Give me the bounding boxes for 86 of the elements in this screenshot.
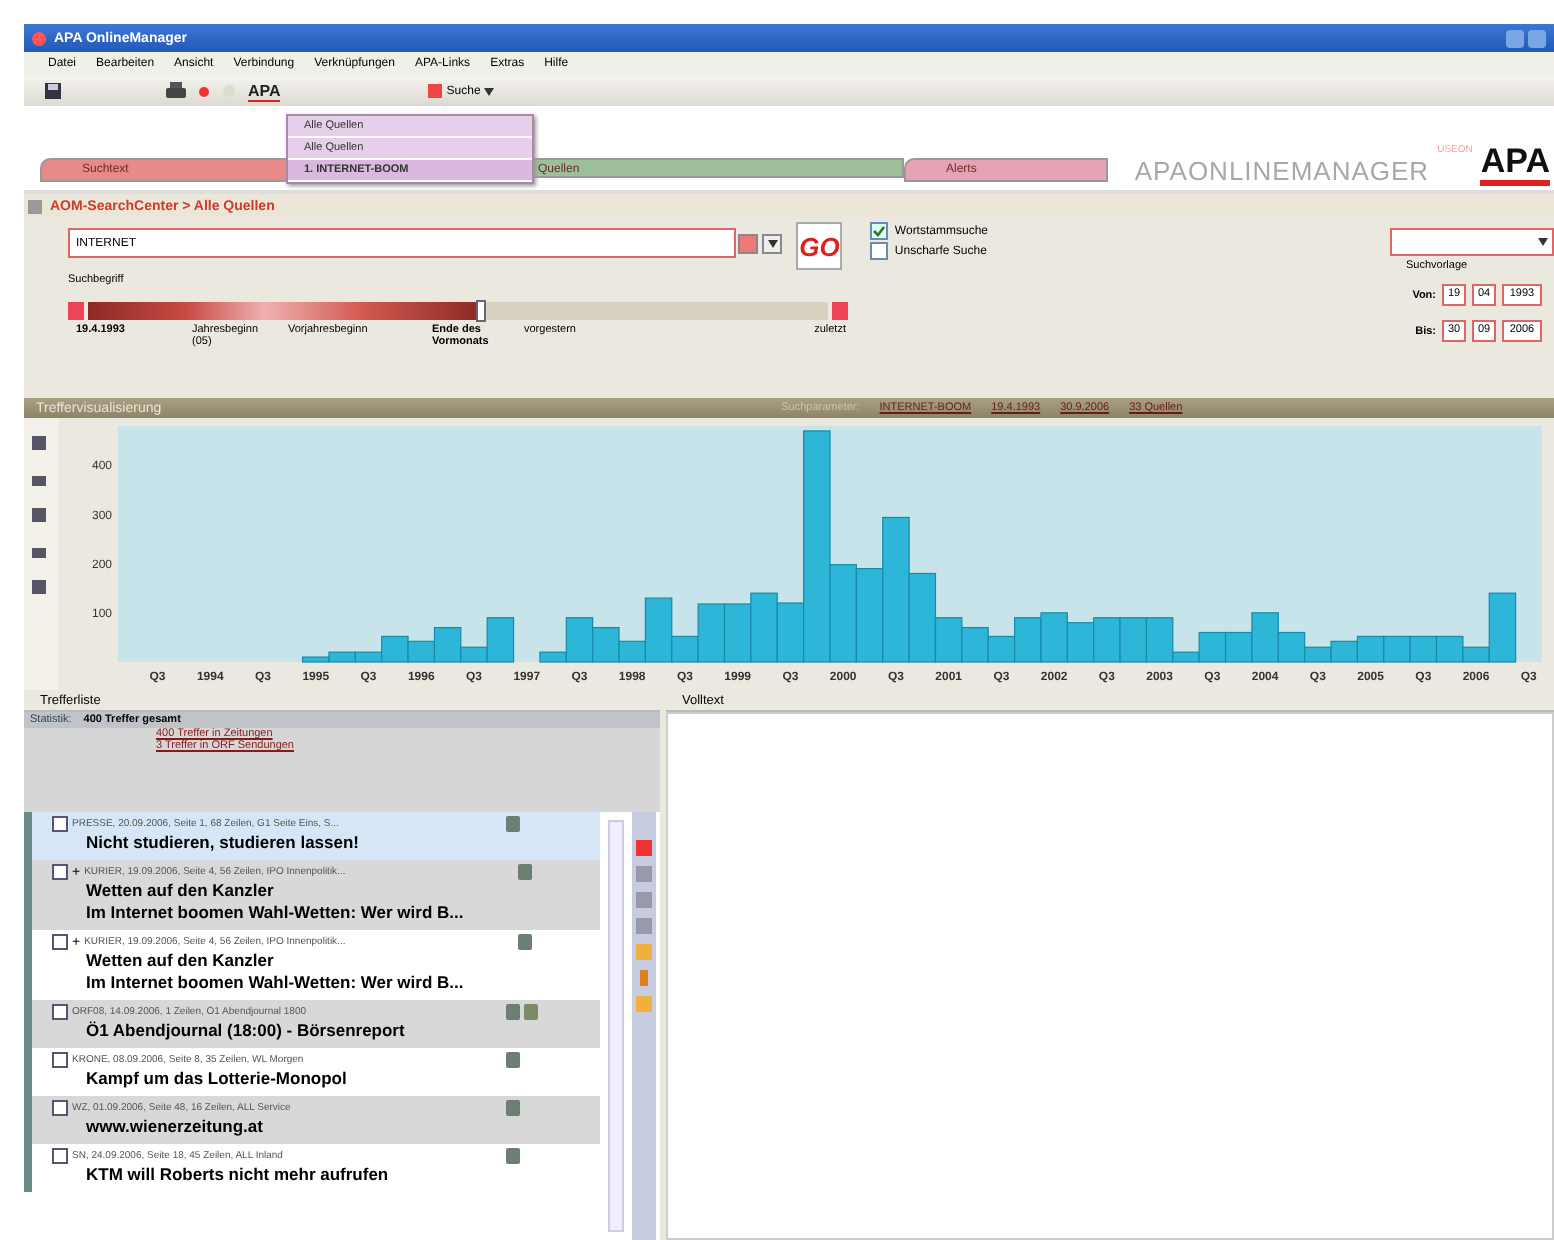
- caret-icon: [484, 87, 495, 95]
- range-end-button[interactable]: [832, 302, 848, 320]
- result-headline: Ö1 Abendjournal (18:00) - Börsenreport: [84, 1020, 407, 1042]
- bar[interactable]: [671, 635, 699, 663]
- dropdown-button[interactable]: [762, 233, 783, 253]
- bar[interactable]: [592, 627, 620, 663]
- bar[interactable]: [1330, 640, 1358, 663]
- bar[interactable]: [855, 568, 884, 663]
- bar[interactable]: [829, 564, 857, 663]
- bar[interactable]: [934, 617, 963, 663]
- bar[interactable]: [1198, 631, 1227, 663]
- bar[interactable]: [1356, 635, 1385, 663]
- bar[interactable]: [987, 635, 1016, 663]
- bar[interactable]: [1172, 651, 1200, 663]
- result-headline: Wetten auf den Kanzler: [84, 950, 276, 972]
- checkbox[interactable]: [52, 816, 68, 832]
- result-headline: www.wienerzeitung.at: [84, 1116, 265, 1138]
- bar[interactable]: [407, 640, 436, 663]
- bar[interactable]: [433, 627, 462, 663]
- bar[interactable]: [803, 430, 831, 663]
- result-headline: Kampf um das Lotterie-Monopol: [84, 1068, 349, 1090]
- record-icon[interactable]: [198, 85, 210, 97]
- bar[interactable]: [460, 646, 488, 663]
- go-button[interactable]: GO: [796, 222, 843, 270]
- bar[interactable]: [961, 627, 989, 663]
- document-icon[interactable]: [518, 934, 533, 950]
- bar[interactable]: [1119, 617, 1148, 663]
- bar[interactable]: [486, 617, 515, 663]
- bar[interactable]: [1383, 635, 1411, 663]
- checkbox[interactable]: [870, 222, 889, 240]
- result-headline: KTM will Roberts nicht mehr aufrufen: [84, 1164, 391, 1186]
- result-headline: Nicht studieren, studieren lassen!: [84, 832, 362, 854]
- save-icon[interactable]: [44, 82, 62, 100]
- minimize-button[interactable]: [1506, 29, 1524, 47]
- document-icon[interactable]: [518, 864, 533, 880]
- result-headline: Wetten auf den Kanzler: [84, 880, 276, 902]
- bar[interactable]: [381, 635, 409, 663]
- bar[interactable]: [302, 656, 330, 663]
- result-headline: Im Internet boomen Wahl-Wetten: Wer wird B...: [84, 902, 466, 924]
- scrollbar[interactable]: [608, 820, 624, 1232]
- bar[interactable]: [882, 516, 910, 663]
- caret-icon: [1538, 238, 1548, 246]
- bar[interactable]: [1488, 592, 1517, 663]
- printer-icon[interactable]: [166, 82, 186, 100]
- slider-thumb[interactable]: [476, 300, 487, 322]
- bar[interactable]: [1277, 631, 1306, 663]
- caret-icon: [767, 239, 778, 247]
- bar[interactable]: [618, 640, 646, 663]
- bar[interactable]: [1040, 612, 1068, 663]
- bar[interactable]: [723, 603, 752, 663]
- result-headline: Im Internet boomen Wahl-Wetten: Wer wird B...: [84, 972, 466, 994]
- bar[interactable]: [1435, 635, 1464, 663]
- close-button[interactable]: [1528, 29, 1546, 47]
- date-range-slider[interactable]: [88, 302, 828, 320]
- checkbox[interactable]: [52, 934, 68, 950]
- bar[interactable]: [750, 592, 778, 663]
- bar[interactable]: [908, 572, 937, 663]
- panel-icon: [28, 199, 42, 213]
- bar[interactable]: [565, 617, 594, 663]
- bar[interactable]: [1304, 646, 1332, 663]
- bar[interactable]: [697, 603, 726, 663]
- checkbox[interactable]: [52, 1004, 68, 1020]
- bar[interactable]: [1093, 617, 1121, 663]
- apa-logo: APA: [1480, 144, 1550, 186]
- bar[interactable]: [1224, 631, 1253, 663]
- checkbox[interactable]: [52, 864, 68, 880]
- bar[interactable]: [1066, 622, 1095, 663]
- bar[interactable]: [328, 651, 356, 663]
- bar[interactable]: [776, 602, 805, 663]
- bar[interactable]: [539, 651, 567, 663]
- apa-logo[interactable]: APA: [248, 81, 281, 101]
- bar[interactable]: [1251, 612, 1279, 663]
- checkbox[interactable]: [870, 242, 889, 260]
- checkbox[interactable]: [52, 1052, 68, 1068]
- app-icon: [32, 31, 46, 45]
- bar[interactable]: [644, 597, 673, 663]
- checkbox[interactable]: [52, 1148, 68, 1164]
- bar[interactable]: [354, 651, 383, 663]
- product-wordmark: APAONLINEMANAGER: [1134, 156, 1430, 186]
- bar[interactable]: [1145, 617, 1174, 663]
- range-start-button[interactable]: [68, 302, 84, 320]
- template-select[interactable]: [1390, 228, 1554, 256]
- bar[interactable]: [1462, 646, 1490, 663]
- bar[interactable]: [1409, 635, 1438, 663]
- bar[interactable]: [1014, 617, 1042, 663]
- checkbox[interactable]: [52, 1100, 68, 1116]
